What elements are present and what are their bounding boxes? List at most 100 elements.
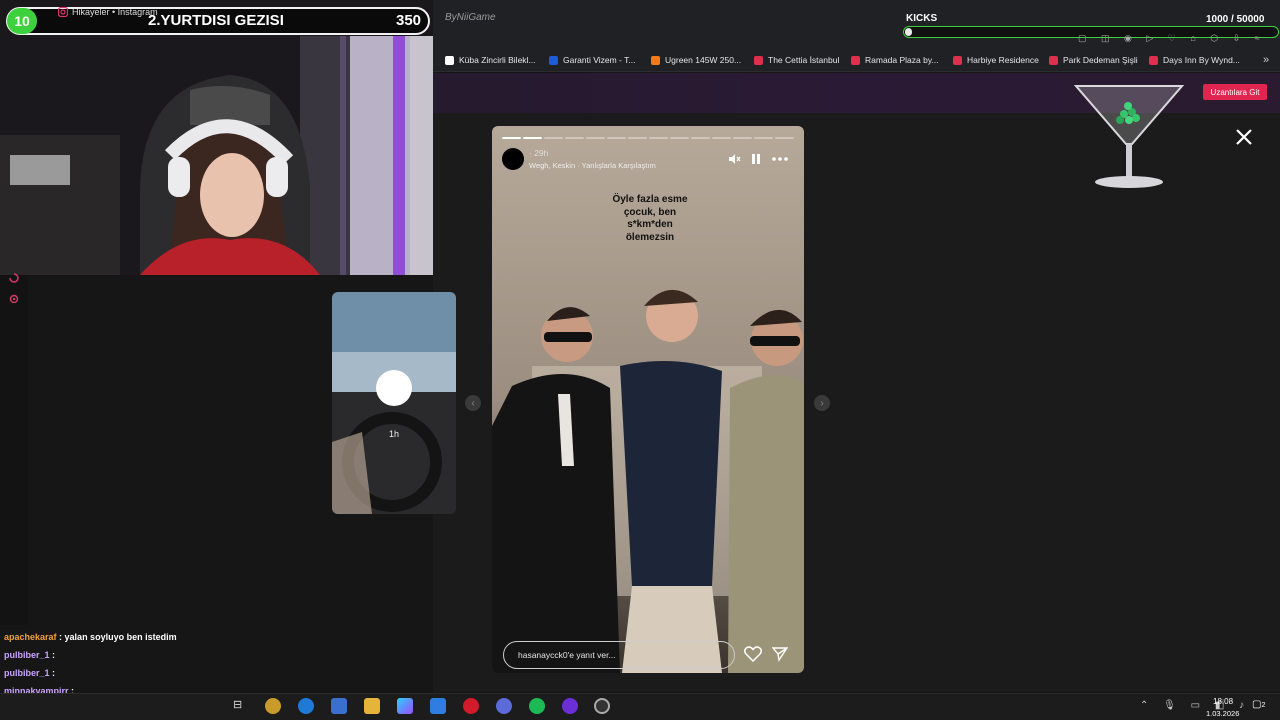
chat-separator: : xyxy=(49,650,56,660)
story-caption-line: s*km*den xyxy=(627,219,673,230)
pause-icon[interactable] xyxy=(750,152,762,166)
bookmark-item[interactable]: Ugreen 145W 250... xyxy=(651,55,741,65)
opera-icon[interactable] xyxy=(463,698,479,714)
cocktail-glass-icon xyxy=(1074,85,1184,188)
story-progress-segment xyxy=(754,137,773,139)
story-progress-bars xyxy=(502,137,794,140)
bookmark-label: Harbiye Residence xyxy=(967,55,1039,65)
story-caption: Öyle fazla esme çocuk, ben s*km*den ölem… xyxy=(580,194,720,244)
story-progress-segment xyxy=(586,137,605,139)
previous-story-avatar xyxy=(376,370,412,406)
story-caption-line: ölemezsin xyxy=(625,231,675,243)
story-next-arrow[interactable]: › xyxy=(814,395,830,411)
bookmark-favicon-icon xyxy=(1049,55,1058,65)
chat-message: apachekaraf : yalan soyluyo ben istedim xyxy=(4,632,177,642)
app-icon-purple[interactable] xyxy=(562,698,578,714)
story-progress-segment xyxy=(733,137,752,139)
instagram-icon xyxy=(58,7,68,17)
goal-count-badge: 10 xyxy=(7,8,37,34)
bookmark-item[interactable]: The Cettia İstanbul xyxy=(754,55,839,65)
browser-toolbar-icons[interactable]: ▢ ◫ ◉ ▷ ♡ ⌂ ⬡ ⇩ ≈ xyxy=(1078,33,1266,44)
previous-story-time: 1h xyxy=(389,429,400,439)
mute-icon[interactable] xyxy=(727,152,741,166)
app-icon-league[interactable] xyxy=(265,698,281,714)
story-progress-segment xyxy=(607,137,626,139)
copilot-icon[interactable] xyxy=(397,698,413,714)
chat-username[interactable]: apachekaraf xyxy=(4,632,57,642)
bookmark-item[interactable]: Küba Zincirli Bilekl... xyxy=(445,55,536,65)
bookmark-label: The Cettia İstanbul xyxy=(768,55,840,65)
kicks-goal-title: KICKS xyxy=(906,13,938,24)
bookmark-favicon-icon xyxy=(1149,55,1158,65)
windows-taskbar xyxy=(0,693,1280,720)
story-progress-segment xyxy=(670,137,689,139)
webcam-image xyxy=(0,35,433,275)
bookmark-item[interactable]: Ramada Plaza by... xyxy=(851,55,939,65)
refresh-icon[interactable] xyxy=(8,272,20,284)
chat-separator: : xyxy=(56,632,65,642)
chat-text: yalan soyluyo ben istedim xyxy=(64,632,177,642)
store-icon[interactable] xyxy=(331,698,347,714)
chat-username[interactable]: pulbiber_1 xyxy=(4,650,50,660)
app-icon-blue[interactable] xyxy=(430,698,446,714)
bookmark-label: Ramada Plaza by... xyxy=(865,55,939,65)
goal-value: 350 xyxy=(396,12,422,29)
bookmark-item[interactable]: Park Dedeman Şişli xyxy=(1049,55,1138,65)
story-progress-segment xyxy=(502,137,521,139)
bookmark-favicon-icon xyxy=(549,55,558,65)
bookmark-label: Ugreen 145W 250... xyxy=(665,55,742,65)
story-caption-line: çocuk, ben xyxy=(623,206,677,218)
settings-icon[interactable] xyxy=(8,293,20,305)
bookmark-label: Park Dedeman Şişli xyxy=(1063,55,1138,65)
story-progress-segment xyxy=(712,137,731,139)
webcam-feed xyxy=(0,35,433,275)
close-icon[interactable] xyxy=(1233,126,1255,148)
story-progress-segment xyxy=(628,137,647,139)
extensions-button[interactable]: Uzantılara Git xyxy=(1203,84,1267,100)
bookmark-favicon-icon xyxy=(754,55,763,65)
task-view-icon[interactable]: ⊟ xyxy=(233,698,249,714)
clock-date[interactable]: 1.03.2026 xyxy=(1206,709,1239,718)
bookmark-favicon-icon xyxy=(851,55,860,65)
bookmarks-more-button[interactable]: » xyxy=(1263,54,1269,66)
more-options-icon[interactable] xyxy=(771,154,789,164)
story-progress-segment xyxy=(544,137,563,139)
chat-message: pulbiber_1 : xyxy=(4,650,55,660)
spotify-icon[interactable] xyxy=(529,698,545,714)
file-explorer-icon[interactable] xyxy=(364,698,380,714)
like-icon[interactable] xyxy=(744,646,762,662)
edge-icon[interactable] xyxy=(298,698,314,714)
story-user-avatar[interactable] xyxy=(502,148,524,170)
notification-center-icon[interactable]: ▢2 xyxy=(1252,699,1265,710)
bookmark-favicon-icon xyxy=(651,55,660,65)
chat-message: pulbiber_1 : xyxy=(4,668,55,678)
chat-username[interactable]: pulbiber_1 xyxy=(4,668,50,678)
clock-time[interactable]: 18:08 xyxy=(1213,697,1233,706)
bookmark-label: Garanti Vizem - T... xyxy=(563,55,636,65)
story-progress-segment xyxy=(691,137,710,139)
story-progress-segment xyxy=(775,137,794,139)
bookmark-label: Days Inn By Wynd... xyxy=(1163,55,1240,65)
bookmark-label: Küba Zincirli Bilekl... xyxy=(459,55,536,65)
bookmark-item[interactable]: Harbiye Residence xyxy=(953,55,1039,65)
story-progress-segment xyxy=(565,137,584,139)
story-previous-arrow[interactable]: ‹ xyxy=(465,395,481,411)
chat-separator: : xyxy=(49,668,56,678)
bookmark-item[interactable]: Days Inn By Wynd... xyxy=(1149,55,1240,65)
kicks-goal-value: 1000 / 50000 xyxy=(1206,14,1265,25)
share-icon[interactable] xyxy=(772,646,788,662)
bookmark-favicon-icon xyxy=(445,55,454,65)
story-reply-input[interactable]: hasanaycck0'e yanıt ver... xyxy=(503,641,735,669)
story-progress-segment xyxy=(523,137,542,139)
story-time: · 29h xyxy=(529,148,549,158)
story-music[interactable]: Wegh, Keskin · Yanlışlarla Karşılaştım xyxy=(529,161,656,170)
story-progress-segment xyxy=(649,137,668,139)
obs-icon[interactable] xyxy=(594,698,610,714)
channel-logo: ByNiiGame xyxy=(445,12,496,23)
bookmark-item[interactable]: Garanti Vizem - T... xyxy=(549,55,635,65)
kicks-goal-fill xyxy=(905,28,912,36)
story-caption-line: Öyle fazla esme xyxy=(612,194,688,205)
app-icon-bird[interactable] xyxy=(496,698,512,714)
browser-tab-title[interactable]: Hikayeler • Instagram xyxy=(72,7,158,17)
bookmark-favicon-icon xyxy=(953,55,962,65)
